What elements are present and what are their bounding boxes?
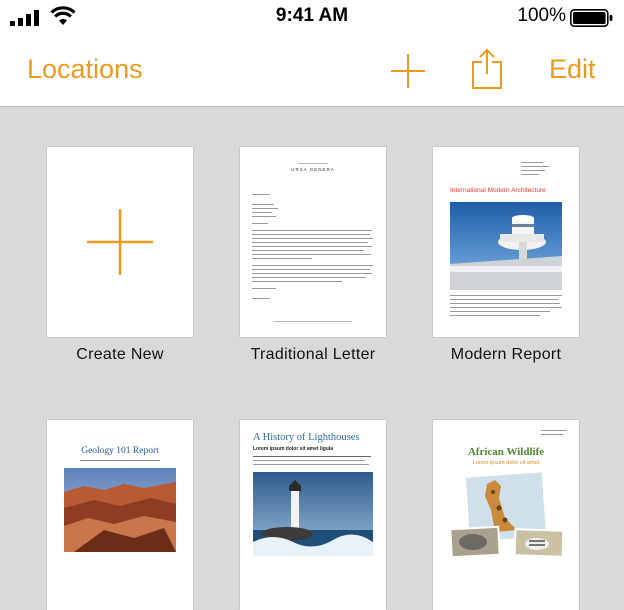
plus-icon[interactable] [390,53,426,89]
locations-button[interactable]: Locations [27,54,143,85]
wildlife-collage [449,470,565,556]
report-headline: International Modern Architecture [450,187,546,194]
plus-icon [87,209,153,275]
top-bar: 9:41 AM 100% Locations Edit [0,0,624,107]
edit-button[interactable]: Edit [549,54,596,85]
architecture-photo [450,202,562,290]
lighthouse-subtitle: Lorem ipsum dolor sit amet ligula [253,446,334,452]
battery-percent: 100% [517,5,566,26]
battery-icon [570,9,613,27]
template-label: Modern Report [450,346,562,363]
lighthouse-photo [253,472,373,556]
navigation-bar: Locations Edit [0,40,624,102]
template-thumbnail[interactable] [47,147,193,337]
template-thumbnail[interactable]: African Wildlife Lorem ipsum dolor sit a… [433,420,579,610]
letter-name: URSA GENERA [291,167,335,172]
template-thumbnail[interactable]: URSA GENERA [240,147,386,337]
template-label: Traditional Letter [250,346,376,363]
wildlife-title: African Wildlife [467,446,545,458]
geology-title: Geology 101 Report [81,446,159,456]
template-label: Create New [76,346,164,363]
template-thumbnail[interactable]: Geology 101 Report [47,420,193,610]
share-icon[interactable] [471,48,503,90]
template-thumbnail[interactable]: A History of Lighthouses Lorem ipsum dol… [240,420,386,610]
status-bar: 9:41 AM 100% [0,0,624,36]
canyon-photo [64,468,176,552]
wildlife-subtitle: Lorem ipsum dolor sit amet [472,460,540,466]
lighthouse-title: A History of Lighthouses [253,432,360,443]
template-thumbnail[interactable]: International Modern Architecture [433,147,579,337]
